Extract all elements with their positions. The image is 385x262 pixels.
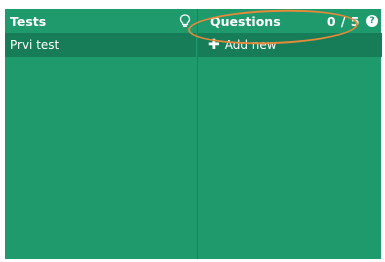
questions-panel: Questions 0 / 5 ? ✚ Add new <box>197 9 382 259</box>
plus-icon: ✚ <box>208 37 220 53</box>
questions-title: Questions <box>210 13 281 29</box>
test-item-label: Prvi test <box>10 38 60 52</box>
questions-header: Questions 0 / 5 ? <box>198 9 382 33</box>
add-new-label: Add new <box>224 38 277 52</box>
add-new-question-button[interactable]: ✚ Add new <box>198 33 382 57</box>
test-editor: Tests Prvi test Questions 0 / 5 ? ✚ Add … <box>5 7 382 259</box>
tests-panel: Tests Prvi test <box>5 9 196 259</box>
tests-header: Tests <box>5 9 196 33</box>
question-count: 0 / 5 <box>326 13 360 29</box>
help-icon[interactable]: ? <box>366 15 378 27</box>
add-new-content: ✚ Add new <box>198 38 277 52</box>
test-list-item[interactable]: Prvi test <box>5 33 196 57</box>
lightbulb-icon[interactable] <box>179 14 191 28</box>
tests-title: Tests <box>10 13 47 29</box>
